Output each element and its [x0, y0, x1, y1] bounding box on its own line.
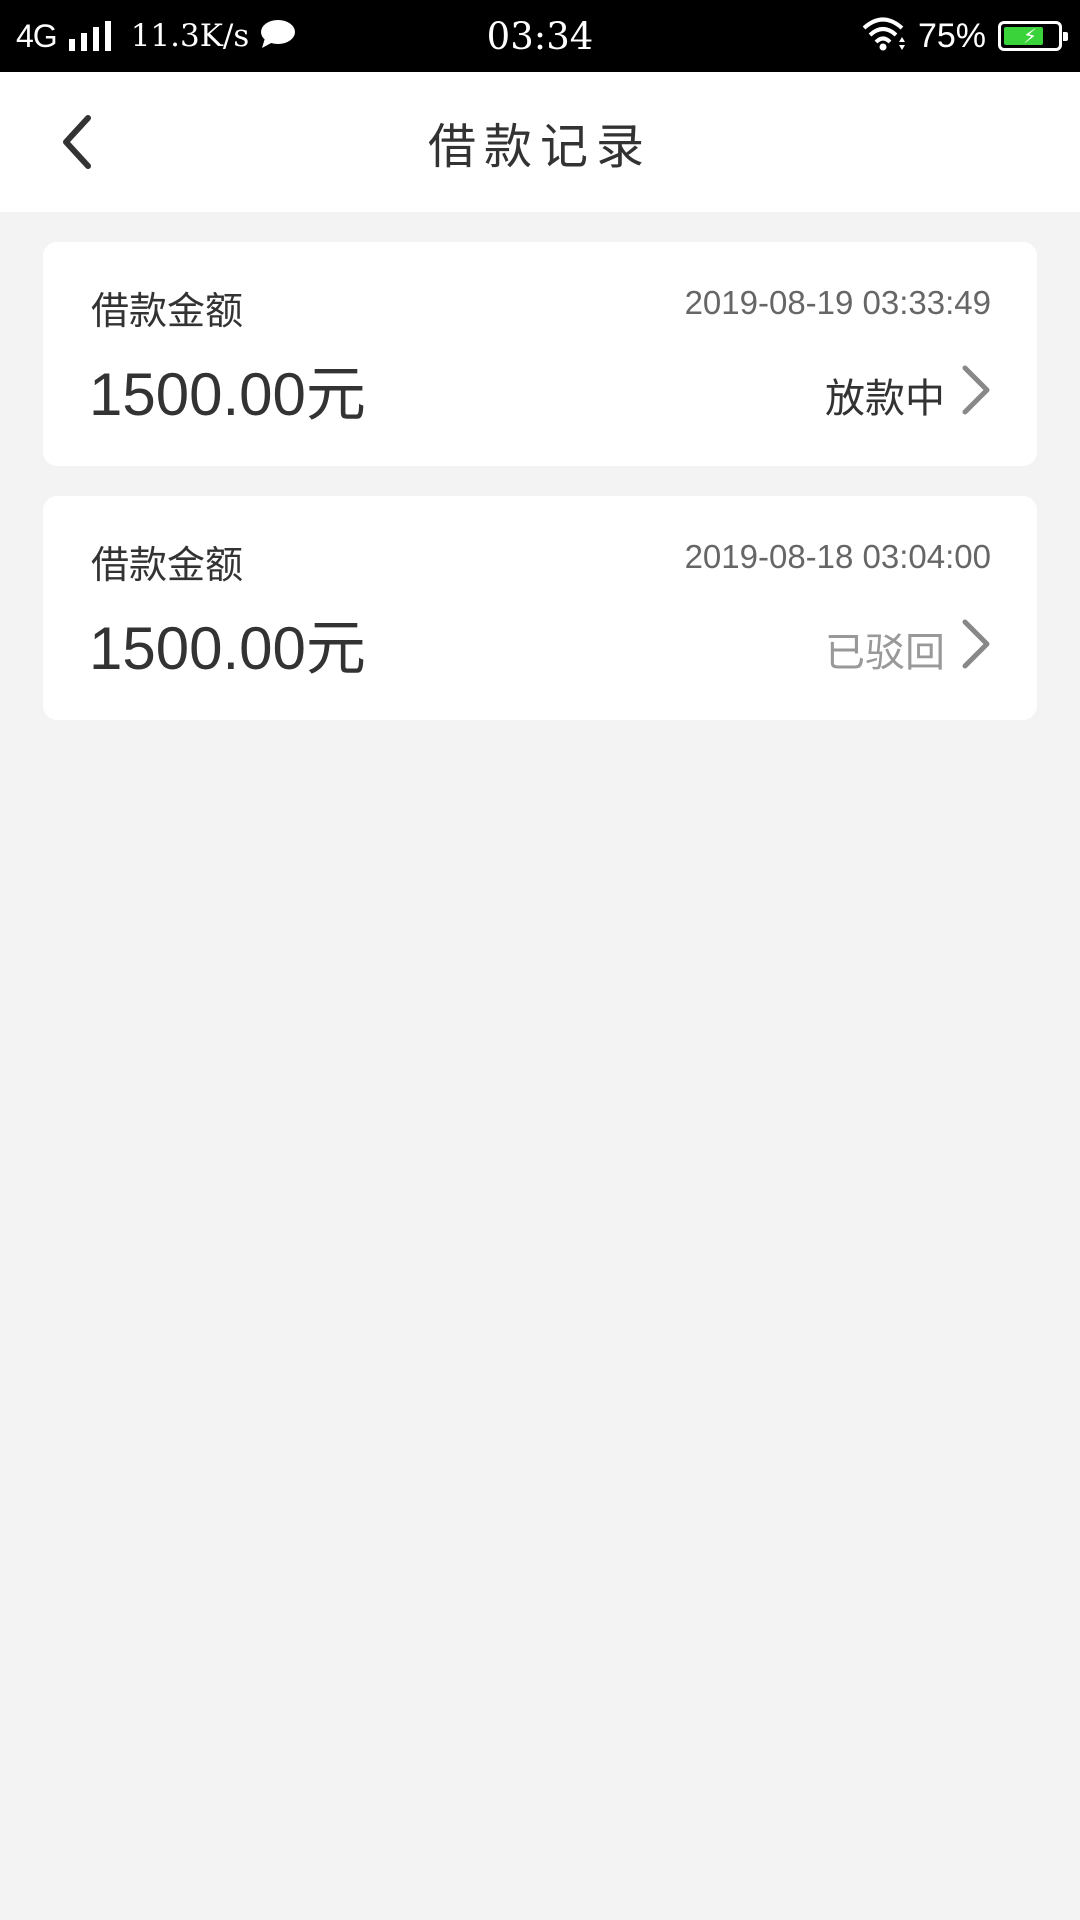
record-date: 2019-08-19 03:33:49 [684, 284, 991, 321]
battery-percent: 75% [917, 16, 986, 55]
loan-amount-label: 借款金额 [91, 543, 244, 587]
loan-record-card[interactable]: 借款金额 2019-08-19 03:33:49 1500.00元 放款中 [43, 242, 1037, 466]
chevron-right-icon [962, 365, 990, 415]
record-status: 放款中 [825, 376, 945, 422]
page-title: 借款记录 [427, 119, 652, 175]
status-right: 75% ⚡ [862, 0, 1068, 72]
record-date: 2019-08-18 03:04:00 [684, 538, 991, 575]
record-status: 已驳回 [825, 630, 945, 676]
wifi-icon [862, 17, 908, 55]
status-bar: 4G 11.3K/s 03:34 75% ⚡ [0, 0, 1080, 72]
battery-icon: ⚡ [998, 21, 1068, 51]
loan-amount: 1500.00元 [89, 361, 366, 428]
loan-amount-label: 借款金额 [91, 289, 244, 333]
loan-amount: 1500.00元 [89, 615, 366, 682]
charging-icon: ⚡ [1022, 24, 1038, 48]
loan-record-card[interactable]: 借款金额 2019-08-18 03:04:00 1500.00元 已驳回 [43, 496, 1037, 720]
chevron-right-icon [962, 619, 990, 669]
nav-header: 借款记录 [0, 72, 1080, 212]
